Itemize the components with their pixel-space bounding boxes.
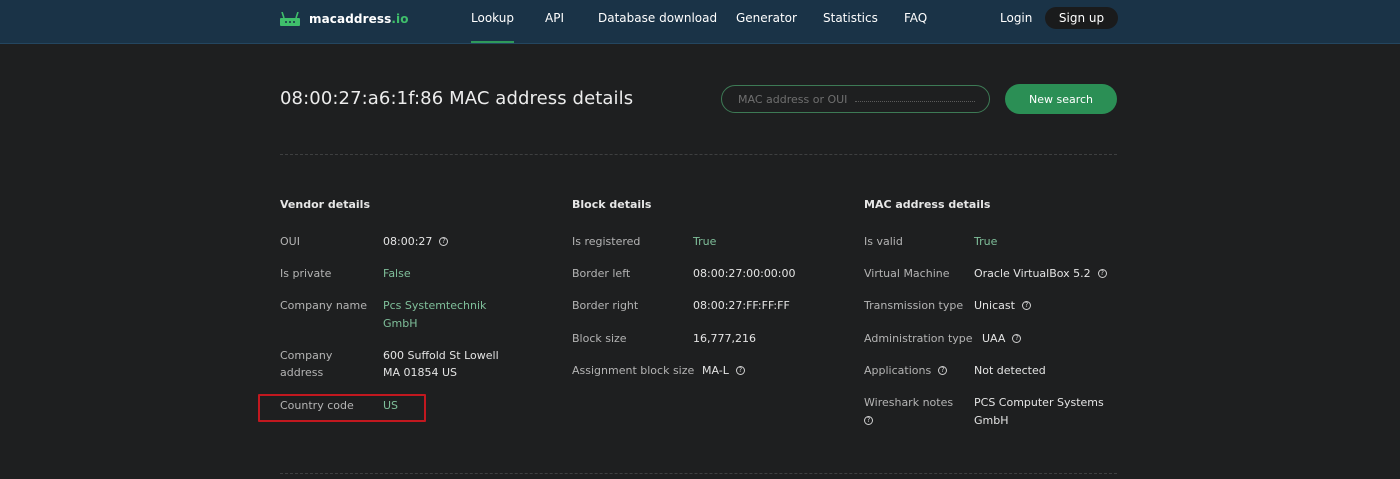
wireshark-help-row: ? <box>857 412 873 430</box>
virtual-machine-label: Virtual Machine <box>864 267 950 280</box>
wireshark-notes-line-2: GmbH <box>974 414 1009 427</box>
is-valid-label: Is valid <box>864 235 903 248</box>
virtual-machine-row: Oracle VirtualBox 5.2? <box>974 265 1107 283</box>
vendor-details-title: Vendor details <box>280 198 370 211</box>
search-input-dots <box>855 101 975 102</box>
help-icon[interactable]: ? <box>735 365 745 375</box>
block-size-label: Block size <box>572 332 627 345</box>
border-right-label: Border right <box>572 299 639 312</box>
applications-label-row: Applications? <box>864 362 948 380</box>
nav-faq[interactable]: FAQ <box>904 11 927 31</box>
mac-details-title: MAC address details <box>864 198 991 211</box>
nav-api[interactable]: API <box>545 11 564 31</box>
top-navigation-bar: macaddress.io Lookup API Database downlo… <box>0 0 1400 44</box>
page-title: 08:00:27:a6:1f:86 MAC address details <box>280 88 634 109</box>
help-icon[interactable]: ? <box>1021 300 1031 310</box>
help-icon[interactable]: ? <box>1012 333 1022 343</box>
help-icon[interactable]: ? <box>938 365 948 375</box>
is-registered-label: Is registered <box>572 235 641 248</box>
company-address-line-1: 600 Suffold St Lowell <box>383 349 499 362</box>
wireshark-notes-line-1: PCS Computer Systems <box>974 396 1104 409</box>
administration-type-label: Administration type <box>864 332 973 345</box>
is-private-label: Is private <box>280 267 332 280</box>
applications-value: Not detected <box>974 364 1046 377</box>
administration-type-value: UAA <box>982 332 1006 345</box>
company-name-line-2[interactable]: GmbH <box>383 315 418 333</box>
border-left-value: 08:00:27:00:00:00 <box>693 267 796 280</box>
company-address-label-line-1: Company <box>280 349 333 362</box>
help-icon[interactable]: ? <box>864 415 873 425</box>
virtual-machine-value: Oracle VirtualBox 5.2 <box>974 267 1091 280</box>
is-registered-value: True <box>693 235 717 248</box>
assignment-block-size-label: Assignment block size <box>572 364 695 377</box>
logo-text: macaddress.io <box>309 12 409 26</box>
help-icon[interactable]: ? <box>439 236 449 246</box>
router-logo-icon <box>280 12 300 26</box>
mac-search-input[interactable] <box>721 85 990 113</box>
oui-value: 08:00:27 <box>383 235 433 248</box>
new-search-button[interactable]: New search <box>1005 84 1117 114</box>
assignment-block-size-value: MA-L <box>702 364 729 377</box>
signup-button[interactable]: Sign up <box>1045 7 1118 29</box>
nav-lookup[interactable]: Lookup <box>471 11 514 43</box>
logo[interactable]: macaddress.io <box>280 10 409 28</box>
company-address-label-line-2: address <box>280 366 324 379</box>
block-size-value: 16,777,216 <box>693 332 756 345</box>
border-right-value: 08:00:27:FF:FF:FF <box>693 299 790 312</box>
border-left-label: Border left <box>572 267 631 280</box>
is-valid-value: True <box>974 235 998 248</box>
applications-label: Applications <box>864 364 932 377</box>
transmission-type-label: Transmission type <box>864 299 964 312</box>
logo-tld: .io <box>391 12 409 26</box>
transmission-type-value: Unicast <box>974 299 1015 312</box>
nav-statistics[interactable]: Statistics <box>823 11 878 31</box>
oui-value-row: 08:00:27? <box>383 233 449 251</box>
oui-label: OUI <box>280 235 300 248</box>
company-address-line-2: MA 01854 US <box>383 366 458 379</box>
company-name-label: Company name <box>280 299 368 312</box>
login-link[interactable]: Login <box>1000 11 1032 31</box>
company-name-line-1[interactable]: Pcs Systemtechnik <box>383 297 486 315</box>
nav-database-download[interactable]: Database download <box>598 11 717 31</box>
help-icon[interactable]: ? <box>1097 268 1107 278</box>
country-code-highlight-box <box>258 394 426 422</box>
is-private-value: False <box>383 267 411 280</box>
administration-type-row: UAA? <box>982 330 1022 348</box>
divider-bottom <box>280 473 1117 474</box>
block-details-title: Block details <box>572 198 652 211</box>
nav-generator[interactable]: Generator <box>736 11 797 31</box>
transmission-type-row: Unicast? <box>974 297 1031 315</box>
logo-main: macaddress <box>309 12 392 26</box>
wireshark-notes-label: Wireshark notes <box>864 396 954 409</box>
assignment-block-size-row: MA-L? <box>702 362 745 380</box>
divider-top <box>280 154 1117 155</box>
